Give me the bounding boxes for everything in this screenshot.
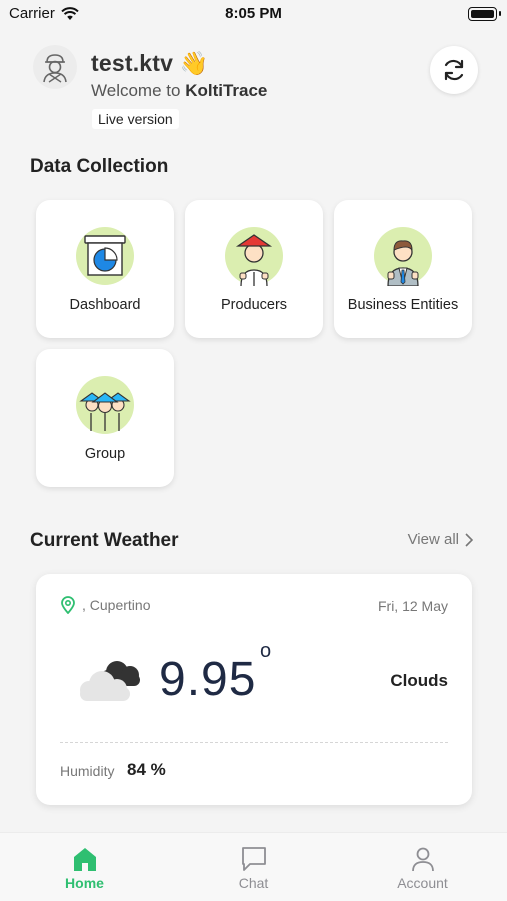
welcome-text: Welcome to KoltiTrace xyxy=(91,81,267,101)
tab-label: Account xyxy=(397,875,448,891)
chat-icon xyxy=(241,847,266,871)
tab-home[interactable]: Home xyxy=(0,833,169,901)
current-weather-title: Current Weather xyxy=(30,530,179,551)
view-all-label: View all xyxy=(407,531,459,548)
tile-label: Group xyxy=(84,446,126,462)
clouds-icon xyxy=(80,661,140,701)
tab-icon-wrap xyxy=(0,845,169,873)
degree-symbol: o xyxy=(260,640,272,662)
location-pin-icon xyxy=(61,596,75,614)
wave-emoji: 👋 xyxy=(179,50,209,76)
weather-date: Fri, 12 May xyxy=(377,598,448,614)
tile-group[interactable]: Group xyxy=(36,349,174,487)
tab-icon-wrap xyxy=(169,845,338,873)
weather-description: Clouds xyxy=(390,671,448,690)
chevron-right-icon xyxy=(465,532,473,547)
tile-producers[interactable]: Producers xyxy=(185,200,323,338)
humidity-value: 84 % xyxy=(127,760,166,779)
refresh-icon xyxy=(444,59,464,81)
tile-label: Producers xyxy=(220,297,288,313)
battery-icon xyxy=(468,7,497,21)
tile-label: Dashboard xyxy=(69,297,141,313)
status-bar: Carrier 8:05 PM xyxy=(0,0,507,30)
account-icon xyxy=(411,847,434,872)
app-name: KoltiTrace xyxy=(185,81,268,100)
producer-farmer-icon xyxy=(225,227,283,286)
weather-card[interactable]: , Cupertino Fri, 12 May 9.95 o Clouds Hu… xyxy=(36,574,472,805)
tab-label: Home xyxy=(65,875,104,891)
battery-tip xyxy=(499,11,501,16)
username-text: test.ktv xyxy=(91,50,174,76)
username: test.ktv 👋 xyxy=(91,50,209,77)
weather-location: , Cupertino xyxy=(60,596,150,614)
location-text: , Cupertino xyxy=(82,597,151,613)
home-icon xyxy=(73,848,96,871)
tab-account[interactable]: Account xyxy=(338,833,507,901)
user-avatar-icon xyxy=(43,54,67,83)
humidity-label: Humidity xyxy=(60,763,115,779)
dashboard-pie-icon xyxy=(76,227,134,285)
avatar[interactable] xyxy=(33,45,77,89)
tile-dashboard[interactable]: Dashboard xyxy=(36,200,174,338)
view-all-link[interactable]: View all xyxy=(408,531,473,548)
bottom-tab-bar: Home Chat Account xyxy=(0,832,507,901)
tile-business-entities[interactable]: Business Entities xyxy=(334,200,472,338)
tab-icon-wrap xyxy=(338,845,507,873)
refresh-button[interactable] xyxy=(430,46,478,94)
data-collection-title: Data Collection xyxy=(30,156,169,177)
tab-chat[interactable]: Chat xyxy=(169,833,338,901)
business-person-icon xyxy=(374,227,432,286)
group-farmers-icon xyxy=(76,376,134,434)
live-version-badge: Live version xyxy=(92,109,179,129)
welcome-prefix: Welcome to xyxy=(91,81,181,100)
tab-label: Chat xyxy=(238,875,269,891)
clock: 8:05 PM xyxy=(225,5,282,22)
temperature-value: 9.95 xyxy=(159,653,257,706)
dashed-divider xyxy=(60,742,448,743)
tile-label: Business Entities xyxy=(347,297,459,313)
